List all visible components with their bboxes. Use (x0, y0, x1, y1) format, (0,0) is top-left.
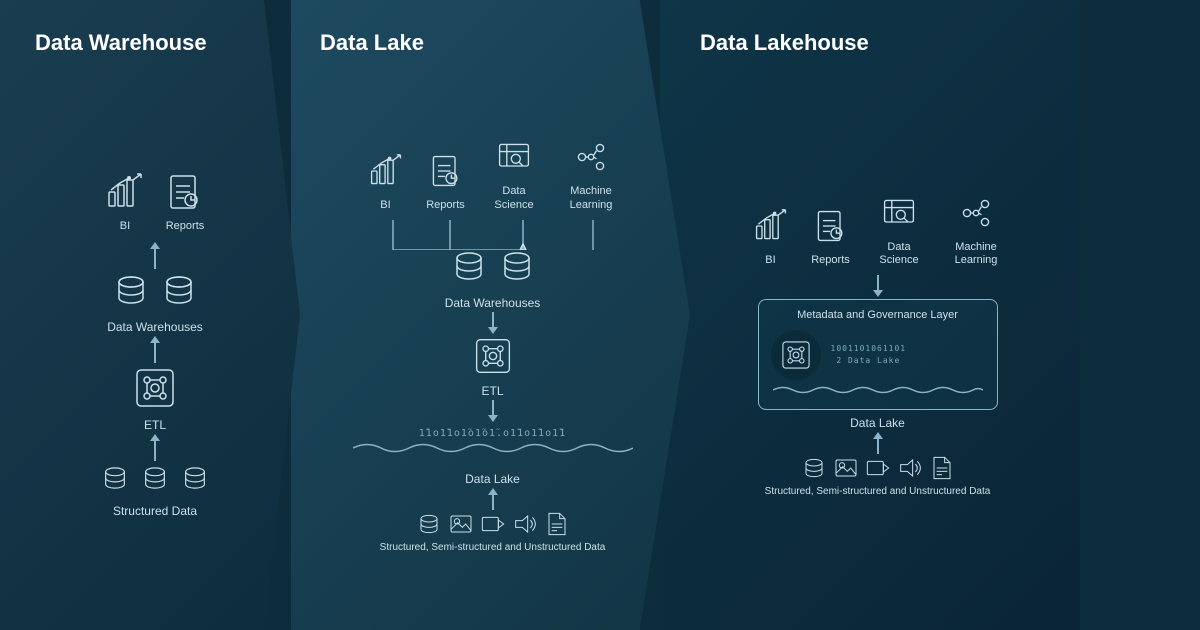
lake-datascience: Data Science (482, 133, 547, 211)
wh-structured (101, 464, 209, 492)
lh-datascience: Data Science (867, 189, 932, 267)
lake-reports: Reports (422, 147, 470, 212)
wh-arrow1 (150, 242, 160, 270)
lh-reports: Reports (807, 202, 855, 267)
lake-ml-icon (567, 133, 615, 181)
wh-etl: ETL (133, 366, 177, 432)
wave-binary: 1̃1o1̃1o1̃o1̃o1̃.o1̃1o1̃1o1̃1 (315, 428, 670, 439)
lake-etl-label: ETL (481, 384, 503, 398)
lake-arrow2 (488, 400, 498, 422)
lakehouse-content: BI Reports (680, 76, 1060, 610)
warehouse-bi: BI (101, 168, 149, 233)
gov-title: Metadata and Governance Layer (771, 308, 985, 322)
warehouse-reports: Reports (161, 168, 209, 233)
lake-content: BI Reports (290, 76, 670, 610)
lake-arrowhead2 (488, 415, 498, 422)
arrowhead1 (150, 242, 160, 249)
lake-structured-icons (417, 512, 569, 536)
wh-arrow2 (150, 336, 160, 364)
line2 (154, 343, 156, 363)
lakehouse-title: Data Lakehouse (680, 30, 869, 56)
lake-arrowhead3 (488, 488, 498, 495)
lh-arrowhead1 (873, 290, 883, 297)
lake-etl: ETL (473, 336, 513, 398)
lh-arrow2 (873, 432, 883, 454)
lh-lake-label: Data Lake (850, 416, 905, 430)
data-lake-section: Data Lake BI (270, 0, 690, 630)
governance-box: Metadata and Governance Layer (758, 299, 998, 410)
lake-arrow1 (488, 312, 498, 334)
arrowhead3 (150, 434, 160, 441)
lh-reports-label: Reports (811, 254, 850, 267)
lake-ml: Machine Learning (559, 133, 624, 211)
lh-bi-icon (747, 202, 795, 250)
lake-line3 (492, 495, 494, 510)
lake-bi-icon (362, 147, 410, 195)
data-lakehouse-section: Data Lakehouse BI (660, 0, 1080, 630)
wave-svg (353, 439, 633, 457)
lake-ml-label: Machine Learning (559, 185, 624, 211)
bi-label: BI (120, 220, 130, 233)
lh-line2 (877, 439, 879, 454)
lh-etl-circle (771, 330, 821, 380)
warehouse-title: Data Warehouse (20, 30, 207, 56)
wh-db2 (161, 272, 197, 308)
reports-label: Reports (166, 220, 205, 233)
data-warehouse-section: Data Warehouse BI (0, 0, 300, 630)
warehouse-content: BI Reports (20, 76, 280, 610)
lh-reports-icon (807, 202, 855, 250)
wh-structured-label: Structured Data (113, 504, 197, 518)
lake-dw-label: Data Warehouses (445, 296, 541, 310)
reports-icon (161, 168, 209, 216)
lake-lake-label: Data Lake (465, 472, 520, 486)
lh-bi: BI (747, 202, 795, 267)
wh-db-row (113, 272, 197, 308)
wh-etl-label: ETL (144, 418, 166, 432)
lake-line2 (492, 400, 494, 415)
line1 (154, 249, 156, 269)
lh-structured-icons (802, 456, 954, 480)
lh-structured-label: Structured, Semi-structured and Unstruct… (765, 486, 991, 497)
lake-branch-lines (343, 220, 643, 250)
wh-dw-label: Data Warehouses (107, 320, 203, 334)
lh-ds-label: Data Science (867, 241, 932, 267)
lh-ml: Machine Learning (944, 189, 1009, 267)
gov-wave (773, 384, 983, 396)
lake-bi: BI (362, 147, 410, 212)
lake-title: Data Lake (290, 30, 424, 56)
line3 (154, 441, 156, 461)
lake-wave: 1̃1o1̃1o1̃o1̃o1̃.o1̃1o1̃1o1̃1 (315, 428, 670, 462)
lake-dw-row (451, 248, 535, 284)
lh-ml-label: Machine Learning (944, 241, 1009, 267)
lake-arrowhead1 (488, 327, 498, 334)
lh-bi-label: BI (765, 254, 775, 267)
lake-structured-label: Structured, Semi-structured and Unstruct… (380, 542, 606, 553)
warehouse-consumers: BI Reports (101, 168, 209, 233)
lake-datascience-label: Data Science (482, 185, 547, 211)
lh-ds-icon (875, 189, 923, 237)
lake-consumers: BI Reports (362, 133, 624, 211)
lh-binary-text: 10011010611012 Data Lake (831, 343, 907, 369)
lh-line1 (877, 275, 879, 290)
lake-line1 (492, 312, 494, 327)
lake-datascience-icon (490, 133, 538, 181)
wh-db1 (113, 272, 149, 308)
lh-ml-icon (952, 189, 1000, 237)
lake-reports-icon (422, 147, 470, 195)
bi-icon (101, 168, 149, 216)
lh-consumers: BI Reports (747, 189, 1009, 267)
arrowhead2 (150, 336, 160, 343)
lake-arrow3 (488, 488, 498, 510)
lh-arrowhead2 (873, 432, 883, 439)
wh-arrow3 (150, 434, 160, 462)
gov-inner: 10011010611012 Data Lake (771, 330, 985, 380)
lh-arrow1 (873, 275, 883, 297)
lake-bi-label: BI (380, 199, 390, 212)
lake-reports-label: Reports (426, 199, 465, 212)
